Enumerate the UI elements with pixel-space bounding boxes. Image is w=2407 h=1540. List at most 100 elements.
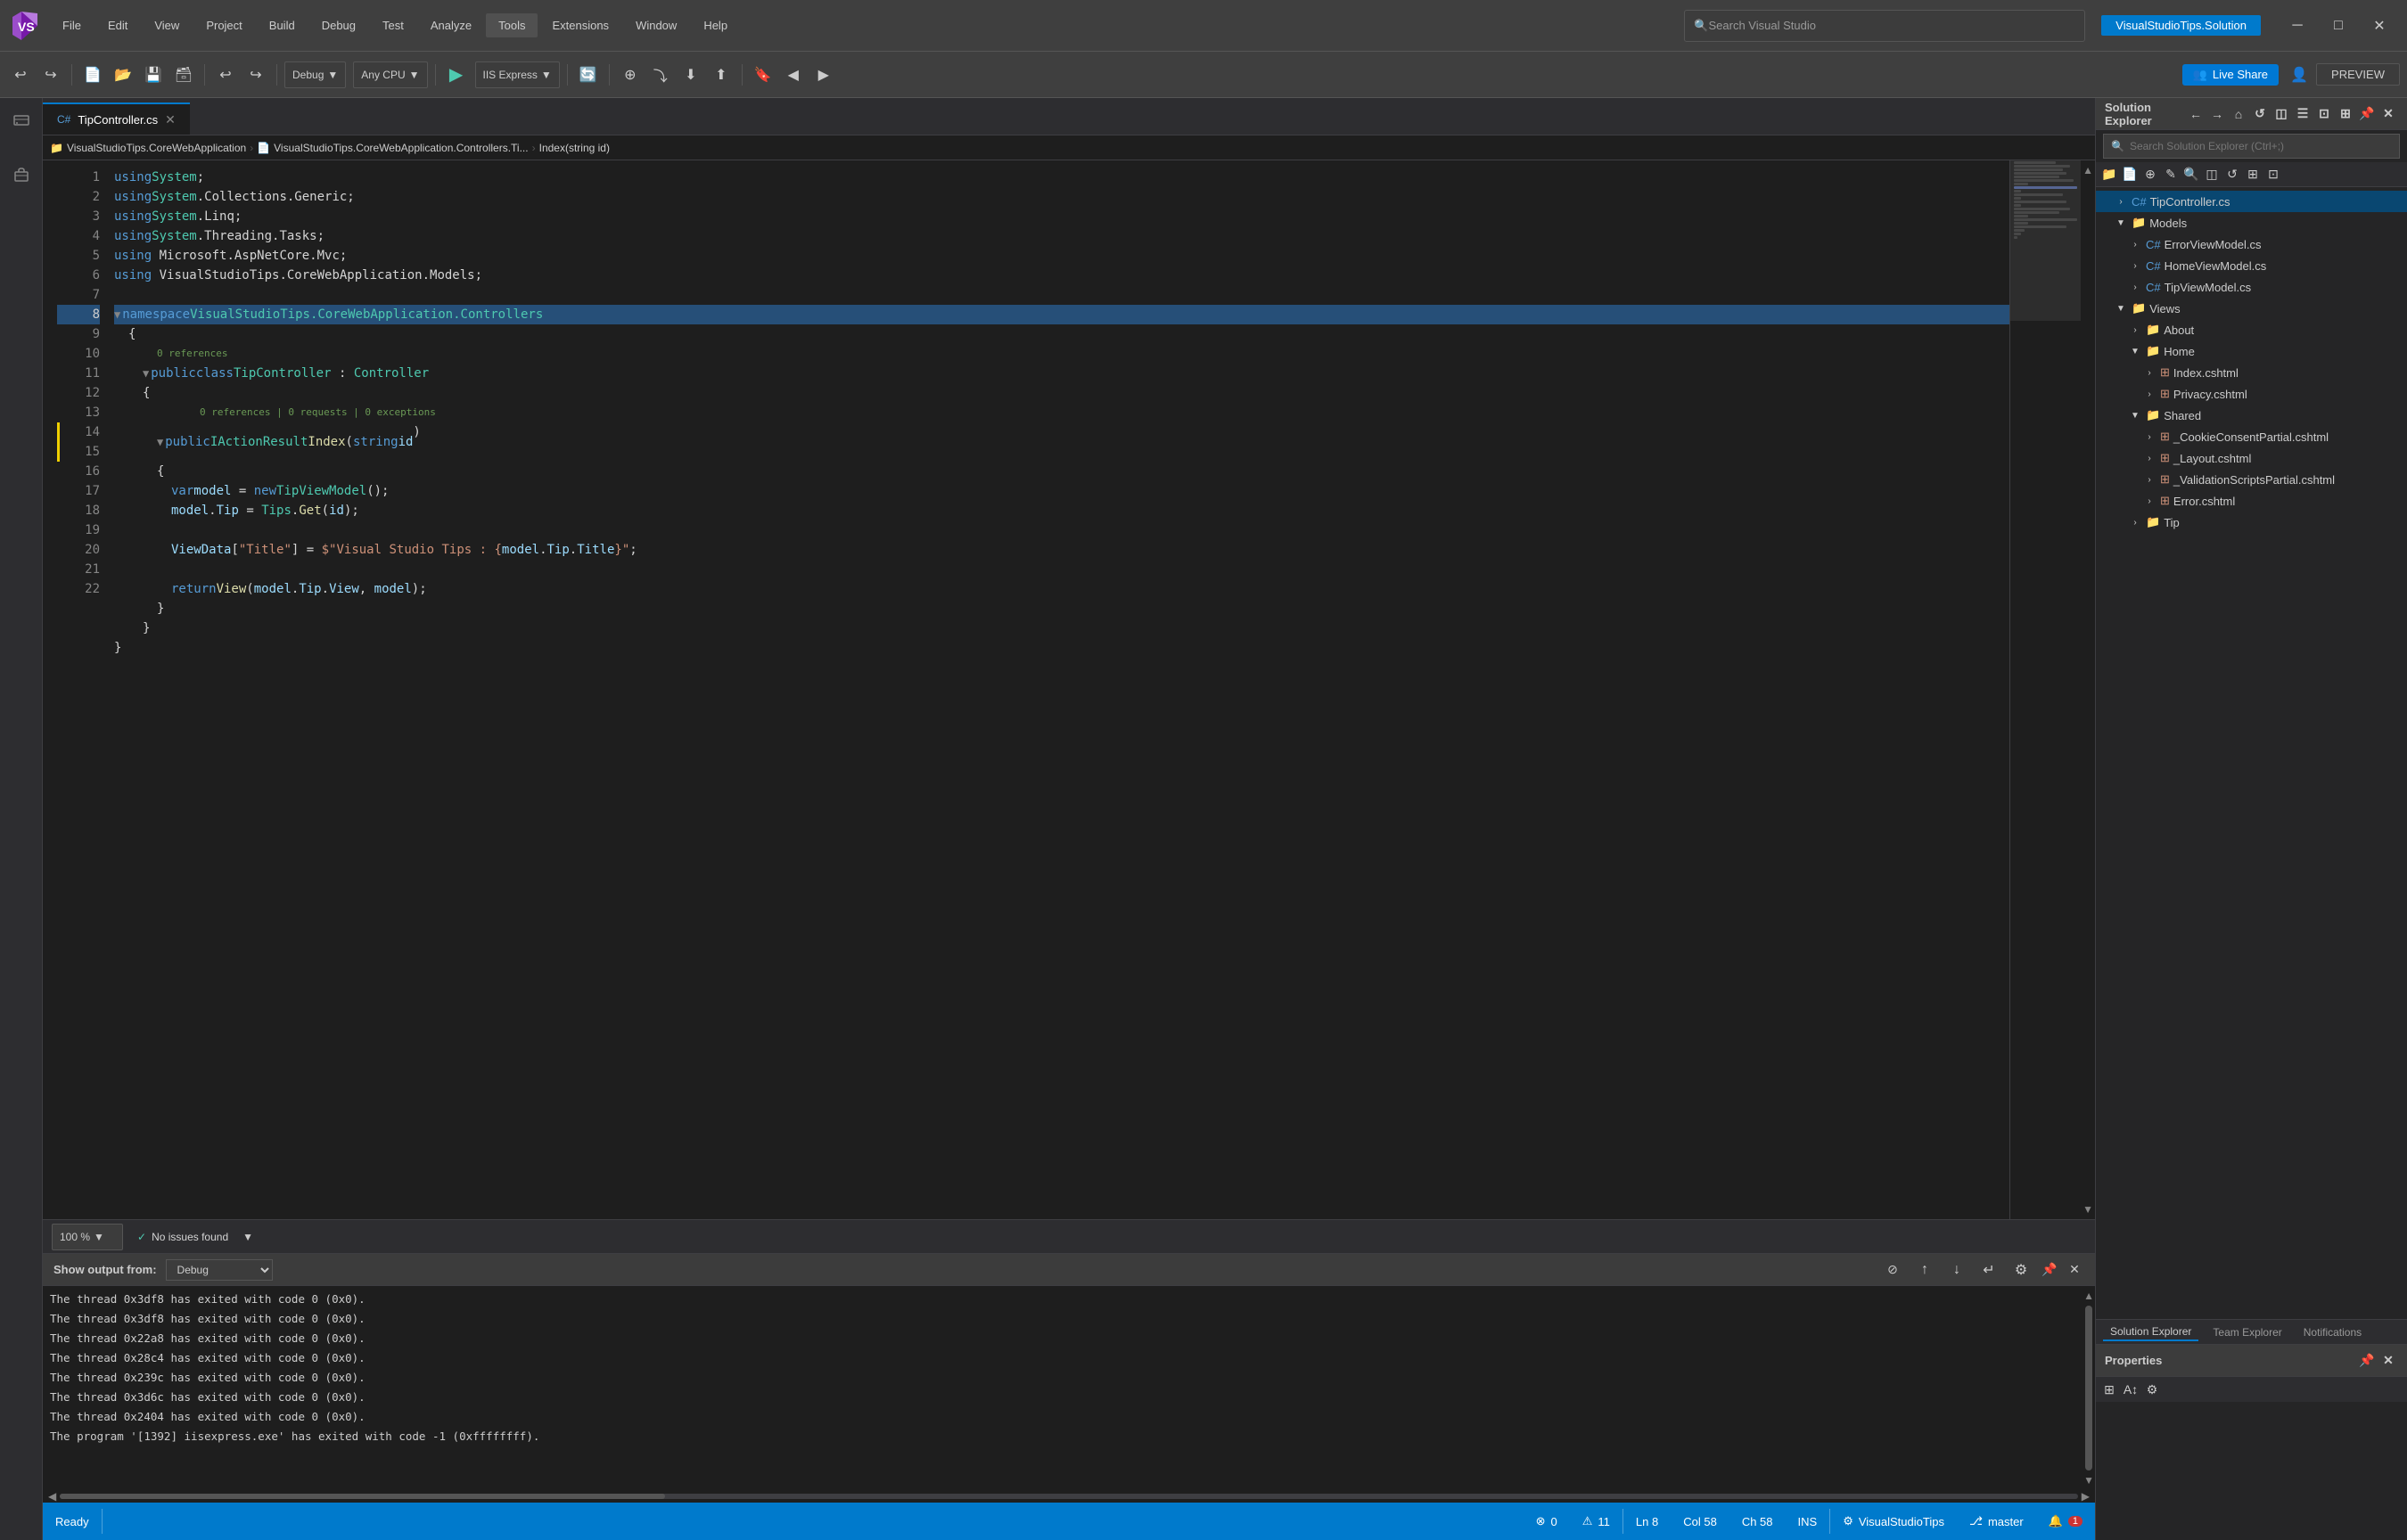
menu-help[interactable]: Help: [691, 13, 740, 37]
status-ch[interactable]: Ch 58: [1729, 1515, 1786, 1528]
se-view-btn[interactable]: ⊞: [2336, 104, 2355, 124]
tree-expand-models[interactable]: ▼: [2114, 216, 2128, 230]
tree-tip-folder[interactable]: › 📁 Tip: [2096, 512, 2407, 533]
search-box[interactable]: 🔍 Search Visual Studio: [1684, 10, 2085, 42]
tree-expand-errorviewmodel[interactable]: ›: [2128, 237, 2142, 251]
code-content[interactable]: using System; using System.Collections.G…: [107, 160, 2009, 1219]
tree-expand-cookie[interactable]: ›: [2142, 430, 2156, 444]
scroll-down-arrow[interactable]: ▼: [2079, 1200, 2095, 1219]
tree-expand-tip[interactable]: ›: [2128, 515, 2142, 529]
tree-expand-about[interactable]: ›: [2128, 323, 2142, 337]
se-tb-btn-4[interactable]: ✎: [2161, 165, 2181, 184]
se-tb-btn-6[interactable]: ◫: [2202, 165, 2222, 184]
start-button[interactable]: ▶: [443, 61, 470, 88]
menu-window[interactable]: Window: [623, 13, 689, 37]
tree-expand-homeviewmodel[interactable]: ›: [2128, 258, 2142, 273]
prop-pin-btn[interactable]: 📌: [2357, 1351, 2377, 1371]
tree-home-folder[interactable]: ▼ 📁 Home: [2096, 340, 2407, 362]
output-wrap-button[interactable]: ↵: [1976, 1257, 2002, 1283]
se-forward-btn[interactable]: →: [2207, 104, 2227, 124]
tree-about-folder[interactable]: › 📁 About: [2096, 319, 2407, 340]
tree-errorviewmodel[interactable]: › C# ErrorViewModel.cs: [2096, 233, 2407, 255]
tab-close-icon[interactable]: ✕: [165, 112, 176, 127]
prev-bookmark-button[interactable]: ◀: [780, 61, 807, 88]
collapse-12[interactable]: ▼: [157, 432, 163, 452]
status-line[interactable]: Ln 8: [1623, 1515, 1671, 1528]
toolbox-icon[interactable]: [5, 159, 37, 191]
menu-debug[interactable]: Debug: [309, 13, 368, 37]
tree-layout-cshtml[interactable]: › ⊞ _Layout.cshtml: [2096, 447, 2407, 469]
menu-edit[interactable]: Edit: [95, 13, 140, 37]
footer-tab-team-explorer[interactable]: Team Explorer: [2206, 1324, 2288, 1340]
tree-expand-home[interactable]: ▼: [2128, 344, 2142, 358]
status-ready[interactable]: Ready: [43, 1503, 102, 1540]
se-collapse-btn[interactable]: ◫: [2271, 104, 2291, 124]
save-button[interactable]: 💾: [140, 61, 167, 88]
back-button[interactable]: ↩: [7, 61, 34, 88]
tree-expand-layout[interactable]: ›: [2142, 451, 2156, 465]
tree-expand-privacy[interactable]: ›: [2142, 387, 2156, 401]
clear-output-button[interactable]: ⊘: [1879, 1257, 1906, 1283]
se-tb-btn-9[interactable]: ⊡: [2263, 165, 2283, 184]
minimize-button[interactable]: ─: [2277, 10, 2318, 42]
menu-analyze[interactable]: Analyze: [418, 13, 484, 37]
tree-models-folder[interactable]: ▼ 📁 Models: [2096, 212, 2407, 233]
tree-tipcontroller[interactable]: › C# TipController.cs: [2096, 191, 2407, 212]
tree-error-cshtml[interactable]: › ⊞ Error.cshtml: [2096, 490, 2407, 512]
menu-extensions[interactable]: Extensions: [539, 13, 621, 37]
tree-views-folder[interactable]: ▼ 📁 Views: [2096, 298, 2407, 319]
close-button[interactable]: ✕: [2359, 10, 2400, 42]
se-tb-btn-5[interactable]: 🔍: [2181, 165, 2201, 184]
solution-search-input[interactable]: [2130, 140, 2392, 152]
status-branch[interactable]: ⎇ master: [1957, 1514, 2036, 1528]
output-down-button[interactable]: ↓: [1943, 1257, 1970, 1283]
menu-build[interactable]: Build: [257, 13, 308, 37]
footer-tab-notifications[interactable]: Notifications: [2296, 1324, 2369, 1340]
account-button[interactable]: 👤: [2286, 61, 2313, 88]
status-errors[interactable]: ⊗ 0: [1524, 1514, 1570, 1528]
tab-tipcontroller[interactable]: C# TipController.cs ✕: [43, 102, 190, 135]
maximize-button[interactable]: □: [2318, 10, 2359, 42]
bc-project[interactable]: 📁 VisualStudioTips.CoreWebApplication: [50, 142, 246, 154]
output-hscroll-right[interactable]: ▶: [2078, 1490, 2093, 1503]
status-col[interactable]: Col 58: [1671, 1515, 1729, 1528]
se-tb-btn-3[interactable]: ⊕: [2140, 165, 2160, 184]
preview-button[interactable]: PREVIEW: [2316, 63, 2400, 86]
se-tb-btn-8[interactable]: ⊞: [2243, 165, 2263, 184]
step-into-button[interactable]: ⬇: [678, 61, 704, 88]
new-file-button[interactable]: 📄: [79, 61, 106, 88]
step-out-button[interactable]: ⬆: [708, 61, 735, 88]
scroll-up-arrow[interactable]: ▲: [2079, 160, 2095, 180]
bc-method[interactable]: Index(string id): [539, 142, 610, 154]
prop-tb-categorized[interactable]: ⊞: [2099, 1380, 2119, 1399]
tree-expand-error[interactable]: ›: [2142, 494, 2156, 508]
breakpoint-button[interactable]: ⊕: [617, 61, 644, 88]
output-close-button[interactable]: ✕: [2065, 1260, 2084, 1280]
se-pin-btn[interactable]: 📌: [2357, 104, 2377, 124]
status-warnings[interactable]: ⚠ 11: [1570, 1514, 1622, 1528]
prop-close-btn[interactable]: ✕: [2378, 1351, 2398, 1371]
se-home-btn[interactable]: ⌂: [2229, 104, 2248, 124]
open-button[interactable]: 📂: [110, 61, 136, 88]
tree-privacy-cshtml[interactable]: › ⊞ Privacy.cshtml: [2096, 383, 2407, 405]
step-over-button[interactable]: ⤵: [647, 61, 674, 88]
platform-dropdown[interactable]: Any CPU ▼: [353, 61, 427, 88]
output-up-button[interactable]: ↑: [1911, 1257, 1938, 1283]
tree-validation-cshtml[interactable]: › ⊞ _ValidationScriptsPartial.cshtml: [2096, 469, 2407, 490]
run-server-dropdown[interactable]: IIS Express ▼: [475, 61, 560, 88]
redo-button[interactable]: ↪: [242, 61, 269, 88]
footer-tab-solution-explorer[interactable]: Solution Explorer: [2103, 1323, 2198, 1341]
se-tb-btn-7[interactable]: ↺: [2222, 165, 2242, 184]
se-tb-btn-1[interactable]: 📁: [2099, 165, 2119, 184]
collapse-8[interactable]: ▼: [114, 305, 120, 324]
se-filter-btn[interactable]: ⊡: [2314, 104, 2334, 124]
tree-expand-index[interactable]: ›: [2142, 365, 2156, 380]
se-settings-btn[interactable]: ☰: [2293, 104, 2313, 124]
tree-shared-folder[interactable]: ▼ 📁 Shared: [2096, 405, 2407, 426]
issues-dropdown-icon[interactable]: ▼: [242, 1231, 253, 1243]
save-all-button[interactable]: 🗃: [170, 61, 197, 88]
output-pin-button[interactable]: 📌: [2040, 1260, 2059, 1280]
output-source-dropdown[interactable]: Debug: [166, 1259, 273, 1281]
prop-tb-alphabetical[interactable]: A↕: [2121, 1380, 2140, 1399]
tree-expand-shared[interactable]: ▼: [2128, 408, 2142, 422]
